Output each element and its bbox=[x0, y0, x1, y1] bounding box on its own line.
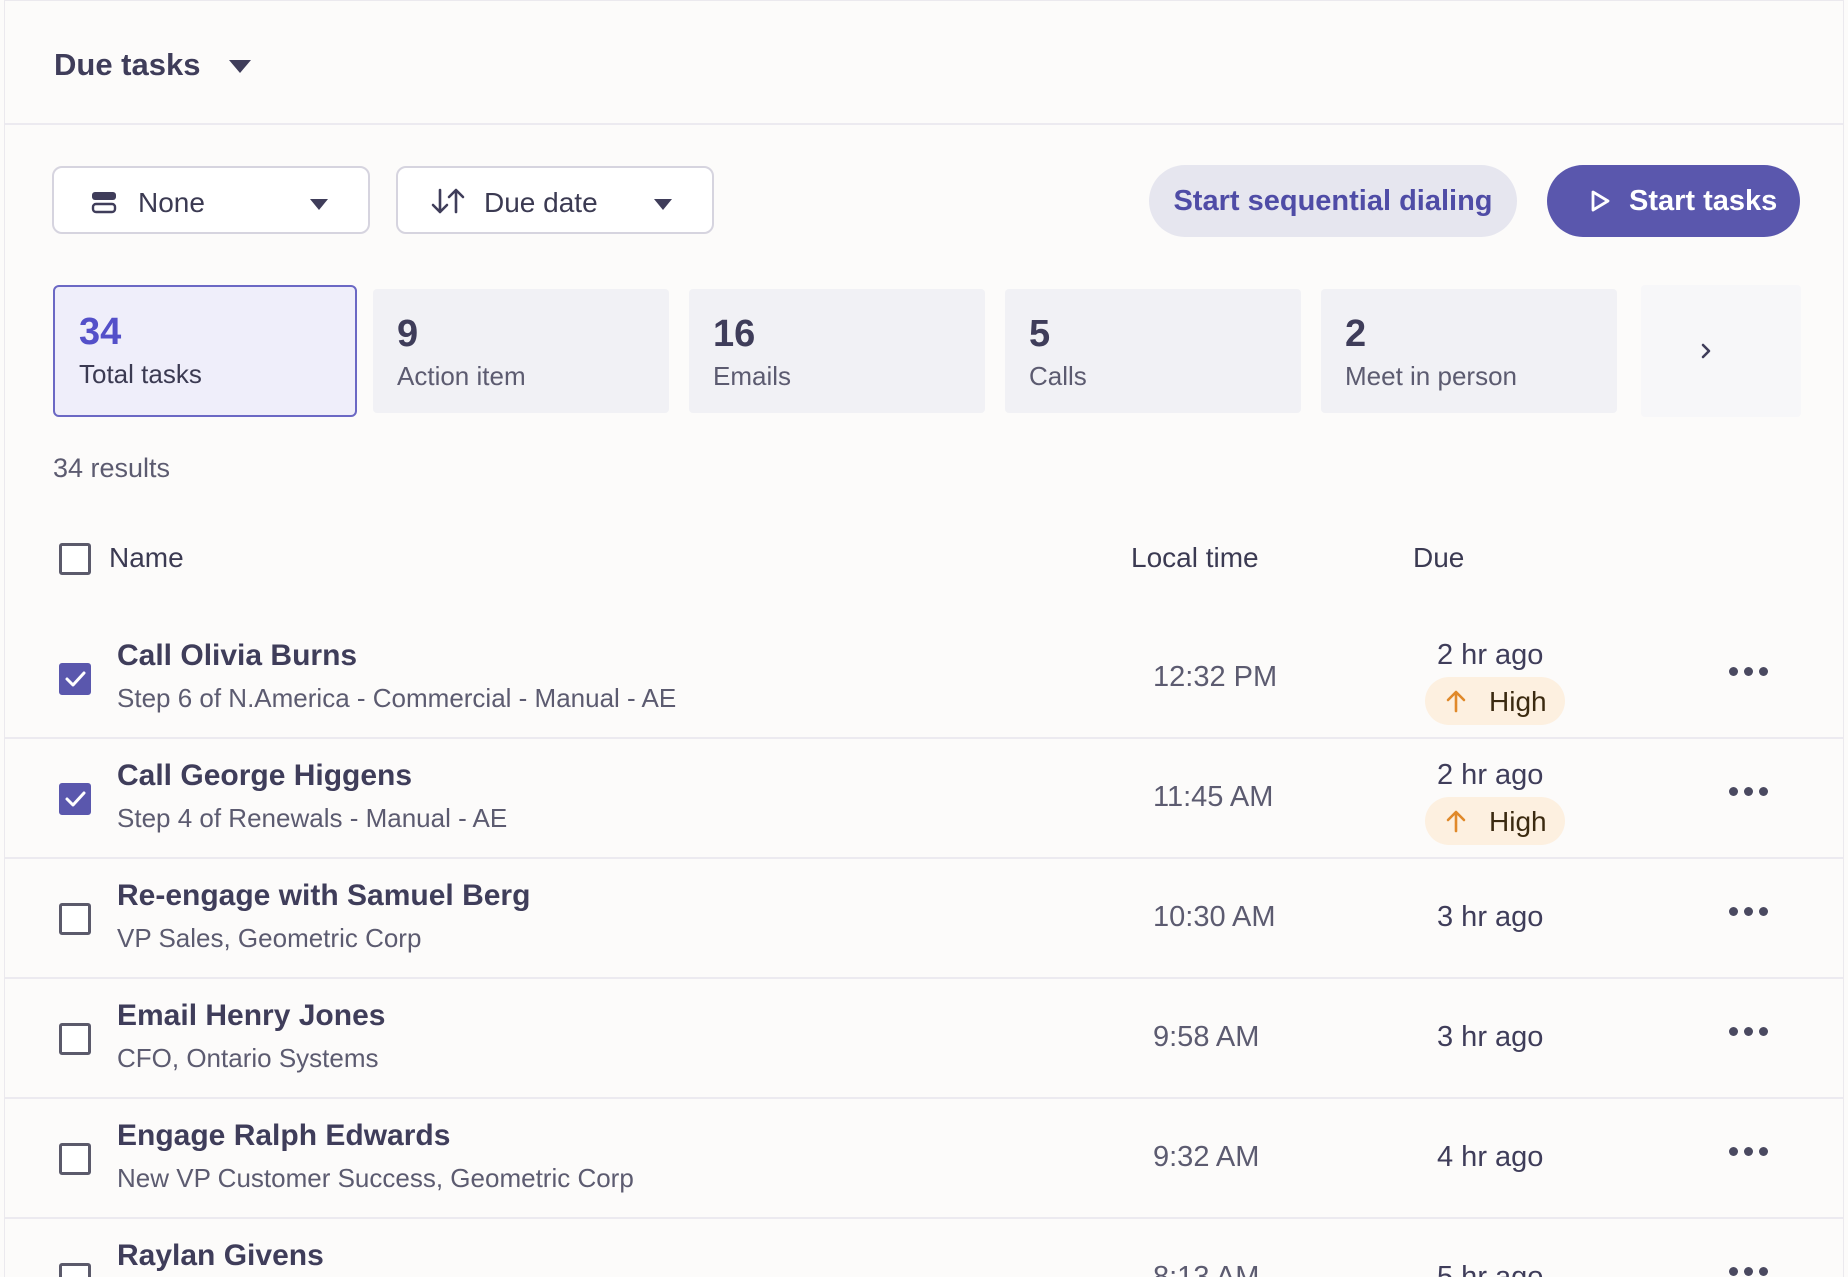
due-text: 5 hr ago bbox=[1437, 1261, 1544, 1277]
local-time: 12:32 PM bbox=[1153, 661, 1278, 693]
table-row[interactable]: Call George Higgens Step 4 of Renewals -… bbox=[5, 737, 1843, 859]
due-text: 3 hr ago bbox=[1437, 1021, 1544, 1053]
due-text: 2 hr ago bbox=[1437, 759, 1544, 791]
card-label: Emails bbox=[713, 361, 792, 391]
card-label: Action item bbox=[397, 361, 526, 391]
arrow-up-icon bbox=[1446, 810, 1466, 833]
select-all-checkbox[interactable] bbox=[59, 543, 91, 575]
card-count: 5 bbox=[1029, 313, 1051, 355]
group-by-select[interactable]: None bbox=[52, 166, 370, 234]
panel-header: Due tasks bbox=[5, 1, 1843, 125]
column-header-name[interactable]: Name bbox=[109, 542, 184, 574]
caret-down-icon[interactable] bbox=[229, 60, 251, 73]
start-tasks-button[interactable]: Start tasks bbox=[1547, 165, 1800, 237]
table-row[interactable]: Email Henry Jones CFO, Ontario Systems 9… bbox=[5, 977, 1843, 1099]
local-time: 9:58 AM bbox=[1153, 1021, 1260, 1053]
page-title[interactable]: Due tasks bbox=[54, 47, 200, 83]
priority-label: High bbox=[1489, 686, 1547, 717]
more-dots-icon[interactable] bbox=[1729, 907, 1769, 923]
summary-card-total[interactable]: 34 Total tasks bbox=[53, 285, 357, 417]
card-count: 34 bbox=[79, 311, 122, 353]
summary-card-calls[interactable]: 5 Calls bbox=[1005, 289, 1301, 413]
column-header-due[interactable]: Due bbox=[1413, 542, 1464, 574]
task-name[interactable]: Raylan Givens bbox=[117, 1239, 324, 1273]
summary-card-emails[interactable]: 16 Emails bbox=[689, 289, 985, 413]
more-dots-icon[interactable] bbox=[1729, 667, 1769, 683]
task-name[interactable]: Call George Higgens bbox=[117, 759, 412, 793]
row-checkbox[interactable] bbox=[59, 1263, 91, 1277]
chevron-down-icon bbox=[654, 199, 672, 210]
card-label: Total tasks bbox=[79, 359, 202, 389]
due-text: 3 hr ago bbox=[1437, 901, 1544, 933]
start-tasks-label: Start tasks bbox=[1629, 185, 1778, 217]
local-time: 9:32 AM bbox=[1153, 1141, 1260, 1173]
column-header-local-time[interactable]: Local time bbox=[1131, 542, 1259, 574]
start-sequential-dialing-button[interactable]: Start sequential dialing bbox=[1149, 165, 1517, 237]
due-tasks-panel: Due tasks None Due date Start sequential… bbox=[4, 0, 1844, 1277]
sort-arrows-icon bbox=[431, 188, 465, 214]
more-cards-button[interactable] bbox=[1641, 285, 1801, 417]
local-time: 11:45 AM bbox=[1153, 781, 1274, 813]
task-subtitle: Step 6 of N.America - Commercial - Manua… bbox=[117, 683, 677, 713]
task-subtitle: Step 4 of Renewals - Manual - AE bbox=[117, 803, 508, 833]
sort-by-value: Due date bbox=[484, 187, 598, 218]
sort-by-select[interactable]: Due date bbox=[396, 166, 714, 234]
local-time: 8:13 AM bbox=[1153, 1261, 1260, 1277]
task-name[interactable]: Engage Ralph Edwards bbox=[117, 1119, 450, 1153]
task-name[interactable]: Re-engage with Samuel Berg bbox=[117, 879, 530, 913]
summary-card-meet-in-person[interactable]: 2 Meet in person bbox=[1321, 289, 1617, 413]
row-checkbox[interactable] bbox=[59, 903, 91, 935]
task-subtitle: CFO, Ontario Systems bbox=[117, 1043, 379, 1073]
task-subtitle: New VP Customer Success, Geometric Corp bbox=[117, 1163, 634, 1193]
priority-label: High bbox=[1489, 806, 1547, 837]
table-row[interactable]: Raylan Givens 8:13 AM 5 hr ago bbox=[5, 1217, 1843, 1277]
task-name[interactable]: Email Henry Jones bbox=[117, 999, 385, 1033]
chevron-right-icon bbox=[1701, 343, 1711, 359]
card-count: 2 bbox=[1345, 313, 1367, 355]
row-checkbox[interactable] bbox=[59, 1143, 91, 1175]
more-dots-icon[interactable] bbox=[1729, 1147, 1769, 1163]
row-checkbox[interactable] bbox=[59, 1023, 91, 1055]
card-label: Calls bbox=[1029, 361, 1087, 391]
table-row[interactable]: Engage Ralph Edwards New VP Customer Suc… bbox=[5, 1097, 1843, 1219]
task-name[interactable]: Call Olivia Burns bbox=[117, 639, 357, 673]
row-checkbox[interactable] bbox=[59, 663, 91, 695]
checkmark-icon bbox=[65, 671, 86, 687]
more-dots-icon[interactable] bbox=[1729, 1027, 1769, 1043]
task-subtitle: VP Sales, Geometric Corp bbox=[117, 923, 422, 953]
card-label: Meet in person bbox=[1345, 361, 1517, 391]
row-checkbox[interactable] bbox=[59, 783, 91, 815]
due-text: 4 hr ago bbox=[1437, 1141, 1544, 1173]
table-row[interactable]: Call Olivia Burns Step 6 of N.America - … bbox=[5, 617, 1843, 739]
rows-icon bbox=[91, 192, 117, 214]
arrow-up-icon bbox=[1446, 690, 1466, 713]
local-time: 10:30 AM bbox=[1153, 901, 1276, 933]
priority-badge: High bbox=[1425, 677, 1565, 725]
play-icon bbox=[1591, 190, 1610, 212]
table-row[interactable]: Re-engage with Samuel Berg VP Sales, Geo… bbox=[5, 857, 1843, 979]
checkmark-icon bbox=[65, 791, 86, 807]
due-text: 2 hr ago bbox=[1437, 639, 1544, 671]
chevron-down-icon bbox=[310, 199, 328, 210]
priority-badge: High bbox=[1425, 797, 1565, 845]
results-count: 34 results bbox=[53, 453, 171, 483]
summary-card-action-item[interactable]: 9 Action item bbox=[373, 289, 669, 413]
card-count: 9 bbox=[397, 313, 419, 355]
more-dots-icon[interactable] bbox=[1729, 787, 1769, 803]
group-by-value: None bbox=[138, 187, 205, 218]
card-count: 16 bbox=[713, 313, 756, 355]
